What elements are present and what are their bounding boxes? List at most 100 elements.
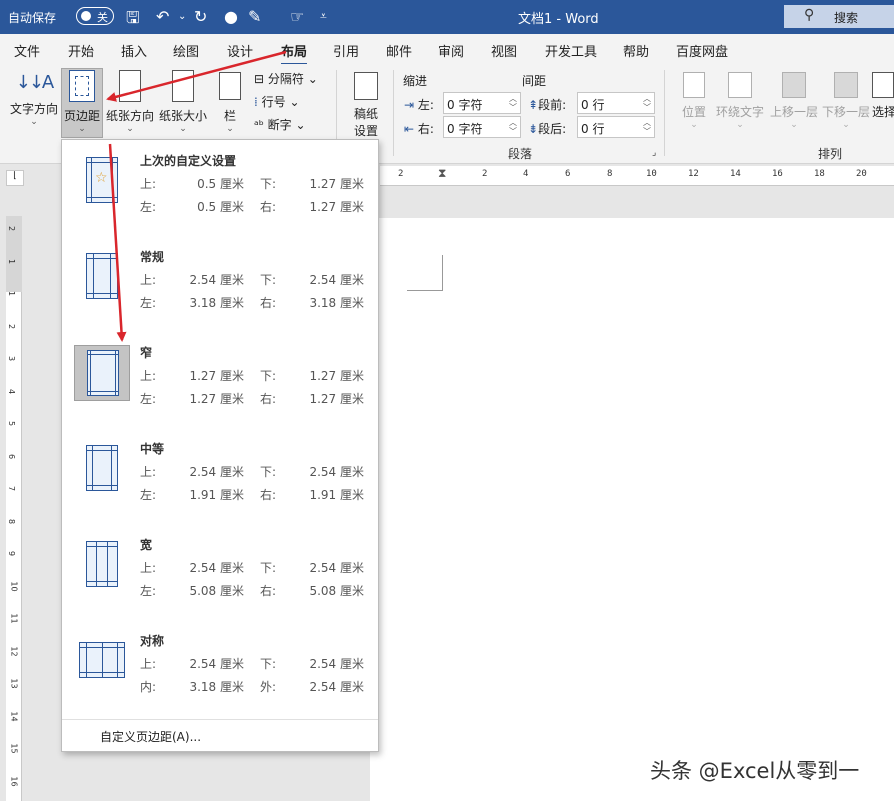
tab-view[interactable]: 视图 [491, 41, 517, 60]
margin-option[interactable]: 中等 上: 2.54 厘米 下: 2.54 厘米 左: 1.91 厘米 右: 1.91 厘米 [62, 428, 378, 524]
breaks-label: 分隔符 [267, 72, 304, 86]
margin-value: 5.08 厘米 [309, 584, 364, 598]
size-button[interactable]: 纸张大小 ⌄ [158, 70, 208, 134]
spin-arrows-icon[interactable]: ︿ ﹀ [643, 118, 651, 136]
document-title: 文档1 - Word [518, 12, 599, 27]
search-box[interactable]: ⚲ 搜索 [784, 5, 894, 28]
tab-layout[interactable]: 布局 [281, 41, 308, 66]
spacing-before-input[interactable]: 0 行 ︿ ﹀ [577, 92, 655, 114]
tab-baidu[interactable]: 百度网盘 [676, 41, 728, 60]
tab-review[interactable]: 审阅 [438, 41, 464, 60]
dialog-launcher-icon[interactable]: ⌟ [652, 148, 656, 158]
horizontal-ruler[interactable]: 2 ⧗ 2 4 6 8 10 12 14 16 18 20 [380, 166, 894, 186]
margin-key: 上: [140, 657, 157, 671]
vruler-number: 13 [9, 678, 19, 689]
tab-help[interactable]: 帮助 [623, 41, 649, 60]
position-icon [683, 72, 705, 98]
document-page[interactable] [370, 218, 894, 801]
indent-header: 缩进 [403, 74, 428, 88]
tab-design[interactable]: 设计 [227, 41, 253, 60]
margin-corner-mark [407, 255, 443, 291]
hyphenation-icon: ᵃᵇ [254, 118, 268, 132]
undo-dropdown-icon[interactable]: ⌄ [178, 11, 186, 22]
spin-arrows-icon[interactable]: ︿ ﹀ [643, 94, 651, 112]
chevron-down-icon: ⌄ [690, 120, 698, 130]
tab-developer[interactable]: 开发工具 [545, 41, 597, 60]
margin-preview-icon [79, 642, 125, 678]
margin-key: 左: [140, 200, 157, 214]
indent-marker-icon[interactable]: ⧗ [438, 166, 446, 181]
margin-option-title: 常规 [140, 250, 165, 264]
chevron-down-icon: ⌄ [126, 124, 134, 134]
margins-button[interactable]: 页边距 ⌄ [62, 70, 102, 134]
tab-mailings[interactable]: 邮件 [386, 41, 412, 60]
tab-references[interactable]: 引用 [333, 41, 359, 60]
ruler-number: 6 [565, 169, 571, 179]
spin-arrows-icon[interactable]: ︿ ﹀ [509, 118, 517, 136]
spacing-after-input[interactable]: 0 行 ︿ ﹀ [577, 116, 655, 138]
margin-preview-icon [87, 350, 119, 396]
margin-value: 2.54 厘米 [189, 561, 244, 575]
margin-option[interactable]: 对称 上: 2.54 厘米 下: 2.54 厘米 内: 3.18 厘米 外: 2.54 厘米 [62, 620, 378, 716]
tab-draw[interactable]: 绘图 [173, 41, 199, 60]
tab-home[interactable]: 开始 [68, 41, 94, 60]
breaks-button[interactable]: ⊟ 分隔符 ⌄ [254, 70, 318, 87]
touch-mode-icon[interactable]: ☞ [290, 7, 304, 26]
draft-paper-button[interactable]: 稿纸 设置 [346, 72, 386, 139]
position-button[interactable]: 位置 ⌄ [676, 72, 712, 130]
indent-left-input[interactable]: 0 字符 ︿ ﹀ [443, 92, 521, 114]
columns-button[interactable]: 栏 ⌄ [216, 72, 244, 134]
chevron-down-icon: ⌄ [78, 124, 86, 134]
send-backward-label: 下移一层 [821, 105, 870, 119]
margin-key: 右: [260, 296, 277, 310]
margin-option[interactable]: 窄上: 1.27 厘米 下: 1.27 厘米 左: 1.27 厘米 右: 1.27 厘米 [62, 332, 378, 428]
select-button[interactable]: 选择 [872, 72, 894, 120]
orientation-icon [119, 70, 141, 102]
ruler-number: 16 [772, 169, 783, 179]
margin-option[interactable]: ☆ 上次的自定义设置 上: 0.5 厘米 下: 1.27 厘米 左: 0.5 厘米 右: 1.27… [62, 140, 378, 236]
save-icon[interactable]: 🖫 [126, 7, 140, 34]
format-painter-icon[interactable]: ✎ [248, 7, 261, 26]
custom-margins-item[interactable]: 自定义页边距(A)... [100, 728, 201, 745]
record-icon[interactable]: ● [224, 7, 238, 26]
hyphenation-button[interactable]: ᵃᵇ 断字 ⌄ [254, 116, 306, 133]
indent-left-label: ⇥ 左: [404, 98, 434, 112]
spacing-header: 间距 [522, 74, 547, 88]
position-label: 位置 [681, 105, 706, 119]
undo-icon[interactable]: ↶ [156, 7, 169, 26]
wrap-text-button[interactable]: 环绕文字 ⌄ [714, 72, 766, 130]
vruler-number: 9 [7, 550, 17, 557]
margin-value: 3.18 厘米 [309, 296, 364, 310]
text-direction-button[interactable]: ↓↓A 文字方向 ⌄ [8, 72, 60, 127]
before-label: ⇞段前: [528, 98, 567, 112]
bring-forward-button[interactable]: 上移一层 ⌄ [768, 72, 820, 130]
margin-option-title: 对称 [140, 634, 165, 648]
tab-file[interactable]: 文件 [14, 41, 40, 60]
tab-selector[interactable]: ⌊ [6, 170, 24, 186]
margin-key: 下: [260, 369, 277, 383]
send-backward-button[interactable]: 下移一层 ⌄ [820, 72, 872, 130]
margin-value: 1.27 厘米 [309, 177, 364, 191]
vruler-number: 15 [9, 743, 19, 754]
margin-option[interactable]: 宽上: 2.54 厘米 下: 2.54 厘米 左: 5.08 厘米 右: 5.08 厘米 [62, 524, 378, 620]
vruler-number: 8 [7, 518, 17, 524]
indent-right-input[interactable]: 0 字符 ︿ ﹀ [443, 116, 521, 138]
tab-insert[interactable]: 插入 [121, 41, 147, 60]
line-numbers-button[interactable]: ⁞ 行号 ⌄ [254, 93, 300, 110]
vruler-number: 14 [9, 710, 19, 722]
spin-arrows-icon[interactable]: ︿ ﹀ [509, 94, 517, 112]
draft-paper-label-1: 稿纸 [353, 107, 378, 121]
send-backward-icon [834, 72, 858, 98]
margin-key: 右: [260, 200, 277, 214]
margin-key: 上: [140, 177, 157, 191]
vertical-ruler[interactable]: 2 1 1 2 3 4 5 6 7 8 9 10 11 12 13 14 15 16 [6, 216, 22, 801]
orientation-button[interactable]: 纸张方向 ⌄ [105, 70, 155, 134]
margin-value: 2.54 厘米 [309, 657, 364, 671]
margin-value: 1.27 厘米 [309, 200, 364, 214]
customize-toolbar-icon[interactable]: ⩡ [320, 9, 327, 24]
chevron-down-icon: ⌄ [842, 120, 850, 130]
redo-icon[interactable]: ↻ [194, 7, 207, 26]
menu-separator [62, 719, 378, 720]
margin-option[interactable]: 常规 上: 2.54 厘米 下: 2.54 厘米 左: 3.18 厘米 右: 3.18 厘米 [62, 236, 378, 332]
autosave-toggle[interactable]: 关 [76, 7, 114, 25]
